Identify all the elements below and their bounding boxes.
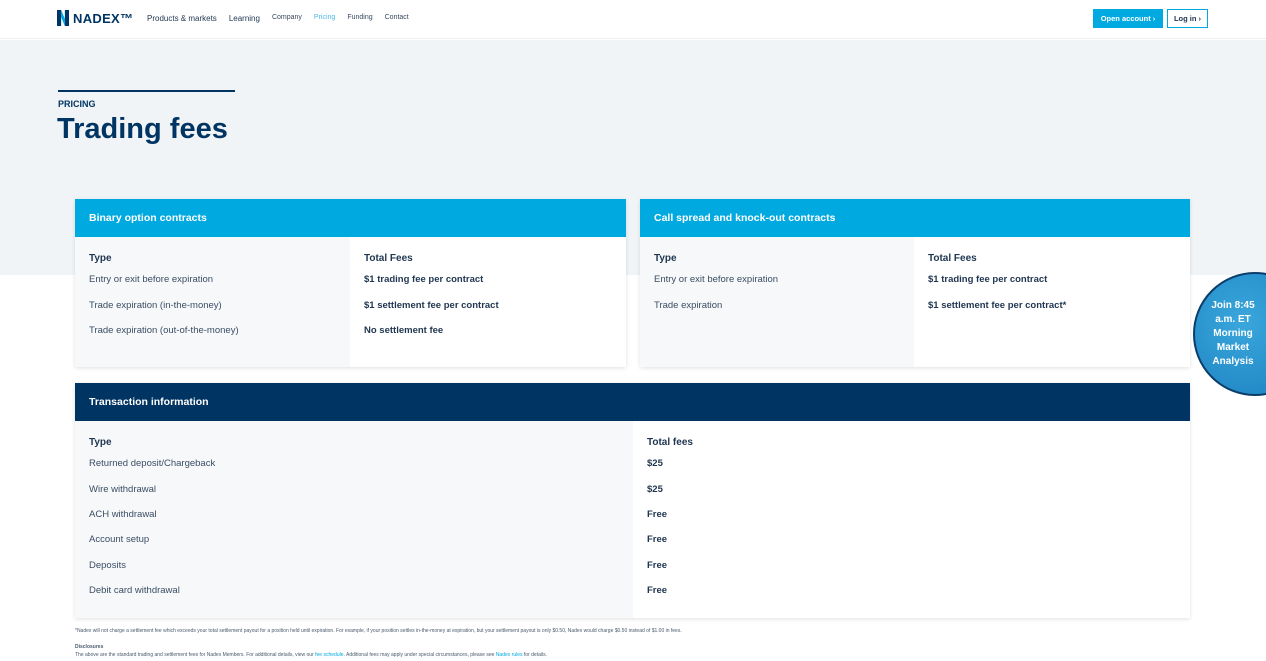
promo-text: Join 8:45 [1211,300,1255,311]
table-cell: Entry or exit before expiration [89,274,214,286]
table-cell: Account setup [89,534,150,546]
table-cell: Free [647,585,668,597]
nadex-logo[interactable]: NADEX™ [57,10,133,26]
open-account-button[interactable]: Open account › [1093,9,1163,28]
nav-funding[interactable]: Funding [347,14,372,23]
table-cell: Free [647,559,668,571]
transaction-card: Transaction information Type Returned de… [75,383,1190,618]
type-column: Type Entry or exit before expiration Tra… [75,237,350,367]
column-header: Total Fees [364,253,413,264]
main-nav: Products & markets Learning Company Pric… [147,14,409,23]
nadex-logo-icon [57,10,69,26]
card-title: Binary option contracts [75,199,626,237]
column-header: Type [654,253,677,264]
fees-column: Total Fees $1 trading fee per contract $… [914,237,1190,367]
footnote: *Nadex will not charge a settlement fee … [75,628,682,634]
promo-text: Market [1216,342,1250,353]
table-cell: $1 settlement fee per contract* [928,299,1067,311]
table-cell: $25 [647,458,663,470]
table-cell: $25 [647,483,663,495]
fee-schedule-link[interactable]: fee schedule [315,652,343,658]
table-cell: Free [647,508,668,520]
page-eyebrow: PRICING [58,99,96,109]
binary-options-card: Binary option contracts Type Entry or ex… [75,199,626,367]
promo-text: Morning [1213,328,1253,339]
nav-learning[interactable]: Learning [229,14,260,23]
morning-analysis-promo[interactable]: Join 8:45 a.m. ET Morning Market Analysi… [1193,272,1266,396]
type-column: Type Returned deposit/Chargeback Wire wi… [75,421,633,618]
column-header: Type [89,437,112,448]
card-title: Call spread and knock-out contracts [640,199,1190,237]
nav-products-markets[interactable]: Products & markets [147,14,217,23]
table-cell: Free [647,534,668,546]
type-column: Type Entry or exit before expiration Tra… [640,237,914,367]
card-title: Transaction information [75,383,1190,421]
table-cell: ACH withdrawal [89,508,157,520]
fees-column: Total fees $25 $25 Free Free Free Free [633,421,1190,618]
hero-divider [58,90,235,92]
disclosure-text: for details. [522,652,547,658]
disclosure-text: . Additional fees may apply under specia… [343,652,496,658]
disclosure-text: The above are the standard trading and s… [75,652,316,658]
promo-text: a.m. ET [1215,314,1251,325]
disclosures-title: Disclosures [75,644,104,650]
table-cell: Trade expiration (in-the-money) [89,299,222,311]
column-header: Total Fees [928,253,977,264]
top-nav-bar: NADEX™ Products & markets Learning Compa… [0,0,1266,39]
table-cell: Deposits [89,559,126,571]
nav-pricing[interactable]: Pricing [314,14,335,23]
table-cell: $1 settlement fee per contract [364,299,499,311]
column-header: Total fees [647,437,693,448]
table-cell: No settlement fee [364,324,444,336]
call-spread-card: Call spread and knock-out contracts Type… [640,199,1190,367]
fees-column: Total Fees $1 trading fee per contract $… [350,237,626,367]
log-in-button[interactable]: Log in › [1167,9,1208,28]
table-cell: Returned deposit/Chargeback [89,458,216,470]
nav-company[interactable]: Company [272,14,302,23]
page-title: Trading fees [57,113,228,145]
table-cell: Debit card withdrawal [89,585,180,597]
table-cell: $1 trading fee per contract [364,274,484,286]
nadex-rules-link[interactable]: Nadex rules [496,652,523,658]
disclosures-text: The above are the standard trading and s… [75,652,547,658]
nav-contact[interactable]: Contact [385,14,409,23]
table-cell: $1 trading fee per contract [928,274,1048,286]
column-header: Type [89,253,112,264]
brand-name: NADEX™ [73,10,134,26]
table-cell: Entry or exit before expiration [654,274,779,286]
table-cell: Trade expiration [654,299,723,311]
promo-text: Analysis [1212,356,1254,367]
table-cell: Trade expiration (out-of-the-money) [89,324,239,336]
table-cell: Wire withdrawal [89,483,157,495]
